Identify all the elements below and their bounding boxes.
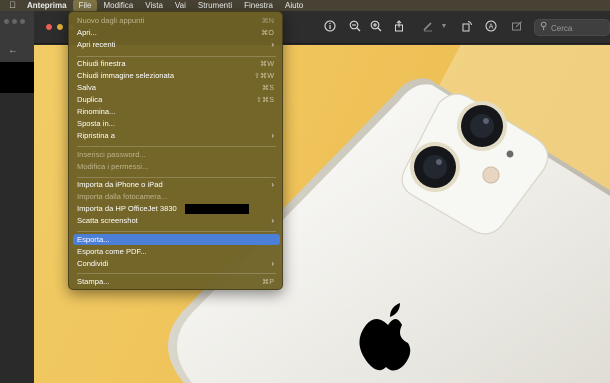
back-arrow-icon[interactable]: ← — [8, 45, 18, 56]
menu-item-close-window[interactable]: Chiudi finestra ⌘W — [73, 58, 280, 69]
menu-item-print[interactable]: Stampa... ⌘P — [73, 276, 280, 287]
menu-item-label: Duplica — [77, 95, 103, 104]
menu-item-shortcut: ⌘P — [262, 277, 274, 286]
menu-item-label: Esporta... — [77, 235, 110, 244]
menu-item-revert-to[interactable]: Ripristina a › — [73, 130, 280, 141]
submenu-arrow-icon: › — [271, 216, 274, 225]
menu-item-rename[interactable]: Rinomina... — [73, 106, 280, 117]
background-window: ← — [0, 11, 34, 93]
menu-file[interactable]: File — [72, 0, 98, 11]
svg-text:A: A — [489, 23, 494, 31]
rotate-icon[interactable] — [460, 20, 474, 34]
menu-item-label: Importa da HP OfficeJet 3830 — [77, 204, 177, 213]
menu-vai[interactable]: Vai — [169, 0, 192, 11]
menu-separator — [77, 231, 276, 232]
info-icon[interactable] — [323, 20, 337, 34]
menu-vista[interactable]: Vista — [139, 0, 169, 11]
chevron-down-icon[interactable]: ▼ — [437, 20, 451, 34]
menu-item-shortcut: ⌘O — [261, 28, 274, 37]
menu-item-open[interactable]: Apri... ⌘O — [73, 27, 280, 38]
redacted-area — [0, 62, 34, 93]
submenu-arrow-icon: › — [271, 180, 274, 189]
menu-item-label: Apri... — [77, 28, 97, 37]
menu-item-shortcut: ⌘N — [261, 16, 274, 25]
redacted-block — [185, 204, 249, 214]
apple-logo-icon[interactable]:  — [7, 0, 18, 11]
menu-separator — [77, 177, 276, 178]
background-window-traffic-lights — [4, 19, 25, 24]
menu-item-new-from-clipboard: Nuovo dagli appunti ⌘N — [73, 15, 280, 26]
menu-item-label: Stampa... — [77, 277, 110, 286]
menu-separator — [77, 146, 276, 147]
menu-item-label: Chiudi immagine selezionata — [77, 71, 175, 80]
menu-item-save[interactable]: Salva ⌘S — [73, 82, 280, 93]
annotate-icon[interactable]: A — [484, 20, 498, 34]
menu-aiuto[interactable]: Aiuto — [279, 0, 309, 11]
submenu-arrow-icon: › — [271, 259, 274, 268]
share-icon[interactable] — [392, 20, 406, 34]
menu-item-export[interactable]: Esporta... — [73, 234, 280, 245]
menu-item-export-as-pdf[interactable]: Esporta come PDF... — [73, 246, 280, 257]
menu-item-label: Importa da iPhone o iPad — [77, 180, 163, 189]
menu-strumenti[interactable]: Strumenti — [192, 0, 238, 11]
menu-item-label: Modifica i permessi... — [77, 162, 149, 171]
minimize-window-button[interactable] — [57, 24, 63, 30]
menu-item-close-selected-image[interactable]: Chiudi immagine selezionata ⇧⌘W — [73, 70, 280, 81]
menu-item-shortcut: ⇧⌘S — [255, 95, 274, 104]
menu-item-label: Nuovo dagli appunti — [77, 16, 145, 25]
close-window-button[interactable] — [46, 24, 52, 30]
edit-icon[interactable] — [510, 20, 524, 34]
menu-item-label: Importa dalla fotocamera... — [77, 192, 168, 201]
menu-item-label: Chiudi finestra — [77, 59, 126, 68]
menu-app-name[interactable]: Anteprima — [27, 0, 73, 11]
menu-item-shortcut: ⇧⌘W — [254, 71, 274, 80]
menu-item-open-recent[interactable]: Apri recenti › — [73, 39, 280, 50]
submenu-arrow-icon: › — [271, 40, 274, 49]
search-input[interactable] — [551, 22, 607, 34]
menu-modifica[interactable]: Modifica — [97, 0, 139, 11]
menu-item-label: Sposta in... — [77, 119, 115, 128]
markup-pen-icon[interactable] — [421, 20, 435, 34]
zoom-out-icon[interactable] — [348, 20, 362, 34]
menu-separator — [77, 273, 276, 274]
menu-item-label: Inserisci password... — [77, 150, 146, 159]
search-field[interactable]: ⚲ — [534, 19, 610, 36]
menu-item-label: Scatta screenshot — [77, 216, 138, 225]
menu-separator — [77, 56, 276, 57]
file-menu: Nuovo dagli appunti ⌘N Apri... ⌘O Apri r… — [68, 11, 283, 290]
menu-item-import-from-scanner[interactable]: Importa da HP OfficeJet 3830 — [73, 203, 280, 214]
menu-item-enter-password: Inserisci password... — [73, 149, 280, 160]
menu-item-label: Rinomina... — [77, 107, 116, 116]
search-icon: ⚲ — [540, 21, 548, 32]
menu-item-edit-permissions: Modifica i permessi... — [73, 161, 280, 172]
menu-item-import-from-camera: Importa dalla fotocamera... — [73, 191, 280, 202]
menu-item-shortcut: ⌘W — [260, 59, 274, 68]
submenu-arrow-icon: › — [271, 131, 274, 140]
menu-finestra[interactable]: Finestra — [238, 0, 279, 11]
menu-item-shortcut: ⌘S — [262, 83, 274, 92]
menu-item-label: Salva — [77, 83, 96, 92]
menu-item-take-screenshot[interactable]: Scatta screenshot › — [73, 215, 280, 226]
menu-item-share[interactable]: Condividi › — [73, 258, 280, 269]
menu-item-move-to[interactable]: Sposta in... — [73, 118, 280, 129]
menu-item-import-from-iphone[interactable]: Importa da iPhone o iPad › — [73, 179, 280, 190]
menu-item-label: Condividi — [77, 259, 109, 268]
menu-item-label: Ripristina a — [77, 131, 115, 140]
menu-bar:  Anteprima File Modifica Vista Vai Stru… — [0, 0, 610, 11]
menu-item-label: Esporta come PDF... — [77, 247, 147, 256]
menu-item-duplicate[interactable]: Duplica ⇧⌘S — [73, 94, 280, 105]
zoom-in-icon[interactable] — [369, 20, 383, 34]
menu-item-label: Apri recenti — [77, 40, 116, 49]
